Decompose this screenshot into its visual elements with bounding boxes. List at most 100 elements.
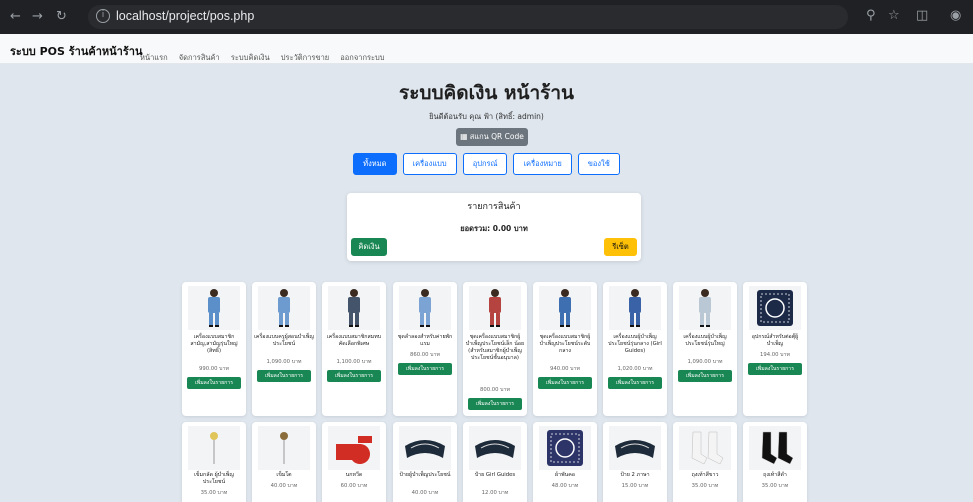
product-price: 1,090.00 บาท <box>266 359 302 365</box>
product-name: เครื่องแบบสมาชิกสามัญ,สามัญรุ่นใหญ่ (สิท… <box>190 334 238 354</box>
product-price: 1,100.00 บาท <box>336 359 372 365</box>
product-image <box>679 286 731 330</box>
product-card: ถุงเท้าสีขาว 35.00 บาท <box>673 422 737 502</box>
product-name: ป้าย 2 ภาษา <box>620 472 650 478</box>
nav-link-history[interactable]: ประวัติการขาย <box>281 53 329 62</box>
category-supplies-button[interactable]: ของใช้ <box>577 153 620 175</box>
add-to-cart-button[interactable]: เพิ่มลงในรายการ <box>187 377 241 389</box>
product-image <box>609 286 661 330</box>
product-name: เครื่องแบบสมาชิกสมทบ คัดเลือกพิเศษ <box>326 334 382 347</box>
scan-qr-button[interactable]: ▦ สแกน QR Code <box>456 128 528 146</box>
product-price: 194.00 บาท <box>759 352 791 358</box>
scan-qr-label: สแกน QR Code <box>469 132 524 141</box>
product-name: เข็มกลัด ผู้บำเพ็ญประโยชน์ <box>194 472 234 485</box>
bookmark-star-icon[interactable]: ☆ <box>888 8 900 23</box>
pin-icon <box>280 432 288 464</box>
uniform-icon <box>419 289 431 327</box>
pin-icon <box>210 432 218 464</box>
product-price: 40.00 บาท <box>270 483 298 489</box>
add-to-cart-button[interactable]: เพิ่มลงในรายการ <box>538 377 592 389</box>
scarf-icon <box>547 430 583 466</box>
add-to-cart-button[interactable]: เพิ่มลงในรายการ <box>678 370 732 382</box>
site-info-icon[interactable]: i <box>96 9 110 23</box>
product-card: นกหวีด 60.00 บาท <box>322 422 386 502</box>
nav-link-pos[interactable]: ระบบคิดเงิน <box>231 53 270 62</box>
add-to-cart-button[interactable]: เพิ่มลงในรายการ <box>257 370 311 382</box>
nav-link-products[interactable]: จัดการสินค้า <box>179 53 220 62</box>
add-to-cart-button[interactable]: เพิ่มลงในรายการ <box>748 363 802 375</box>
patch-icon <box>615 440 655 458</box>
product-name: ชุดลำลองสำหรับค่ายพักแรม <box>397 334 453 347</box>
product-image <box>188 286 240 330</box>
product-name: เครื่องแบบผู้บำเพ็ญประโยชน์รุ่นกลาง (Gir… <box>608 334 662 354</box>
product-name: ป้าย Girl Guides <box>474 472 516 478</box>
whistle-icon <box>336 436 372 464</box>
forward-arrow-icon[interactable]: → <box>32 9 43 25</box>
product-card: ป้าย Girl Guides 12.00 บาท <box>463 422 527 502</box>
checkout-button[interactable]: คิดเงิน <box>351 238 387 256</box>
product-card: ป้าย 2 ภาษา 15.00 บาท <box>603 422 667 502</box>
product-price: 60.00 บาท <box>340 483 368 489</box>
product-name: ถุงเท้าสีขาว <box>691 472 719 478</box>
product-name: ป้ายผู้บำเพ็ญประโยชน์ <box>399 472 451 478</box>
product-price: 35.00 บาท <box>200 490 228 496</box>
product-name: ชุดเครื่องแบบสมาชิกผู้บำเพ็ญประโยชน์ระดั… <box>539 334 591 354</box>
product-card: อุปกรณ์สำหรับต่อตุ๊ผู้บำเพ็ญ 194.00 บาทเพ… <box>743 282 807 416</box>
product-card: เครื่องแบบสมาชิกสมทบ คัดเลือกพิเศษ 1,100.… <box>322 282 386 416</box>
uniform-icon <box>348 289 360 327</box>
product-name: ชุดเครื่องแบบสมาชิกผู้บำเพ็ญประโยชน์เล็ก… <box>465 334 525 361</box>
add-to-cart-button[interactable]: เพิ่มลงในรายการ <box>468 398 522 410</box>
product-name: นกหวีด <box>345 472 363 478</box>
browser-toolbar: ← → ↻ i localhost/project/pos.php ⚲ ☆ ◫ … <box>0 0 973 34</box>
product-name: เครื่องแบบผู้บำเพ็ญประโยชน์รุ่นใหญ่ <box>683 334 727 347</box>
address-bar[interactable]: i localhost/project/pos.php <box>88 5 848 29</box>
extensions-icon[interactable]: ◫ <box>916 8 928 23</box>
profile-icon[interactable]: ◉ <box>950 8 961 23</box>
reload-icon[interactable]: ↻ <box>56 9 67 25</box>
uniform-icon <box>699 289 711 327</box>
product-card: เครื่องแบบครูผู้สอนบำเพ็ญประโยชน์ 1,090.0… <box>252 282 316 416</box>
product-image <box>399 426 451 470</box>
product-image <box>258 426 310 470</box>
qr-code-icon: ▦ <box>460 132 468 141</box>
product-price: 800.00 บาท <box>479 387 511 393</box>
add-to-cart-button[interactable]: เพิ่มลงในรายการ <box>398 363 452 375</box>
product-image <box>328 426 380 470</box>
add-to-cart-button[interactable]: เพิ่มลงในรายการ <box>608 377 662 389</box>
product-image <box>679 426 731 470</box>
category-all-button[interactable]: ทั้งหมด <box>353 153 397 175</box>
cart-title: รายการสินค้า <box>467 202 521 212</box>
product-card: ชุดเครื่องแบบสมาชิกผู้บำเพ็ญประโยชน์ระดั… <box>533 282 597 416</box>
category-badge-button[interactable]: เครื่องหมาย <box>513 153 572 175</box>
nav-links: หน้าแรก จัดการสินค้า ระบบคิดเงิน ประวัติ… <box>140 45 391 64</box>
nav-link-home[interactable]: หน้าแรก <box>140 53 168 62</box>
uniform-icon <box>489 289 501 327</box>
product-image <box>328 286 380 330</box>
product-card: ถุงเท้าสีดำ 35.00 บาท <box>743 422 807 502</box>
nav-link-logout[interactable]: ออกจากระบบ <box>340 53 384 62</box>
brand-title[interactable]: ระบบ POS ร้านค้าหน้าร้าน <box>10 42 142 60</box>
product-image <box>539 286 591 330</box>
zoom-icon[interactable]: ⚲ <box>866 8 876 23</box>
page-title: ระบบคิดเงิน หน้าร้าน <box>399 82 574 104</box>
back-arrow-icon[interactable]: ← <box>10 9 21 25</box>
product-image <box>399 286 451 330</box>
patch-icon <box>405 440 445 458</box>
welcome-text: ยินดีต้อนรับ คุณ ฟ้า (สิทธิ์: admin) <box>429 112 544 121</box>
product-price: 1,090.00 บาท <box>687 359 723 365</box>
reset-button[interactable]: รีเซ็ต <box>604 238 637 256</box>
product-image <box>258 286 310 330</box>
category-uniform-button[interactable]: เครื่องแบบ <box>402 153 457 175</box>
uniform-icon <box>559 289 571 327</box>
url-text: localhost/project/pos.php <box>116 9 255 23</box>
product-image <box>469 286 521 330</box>
add-to-cart-button[interactable]: เพิ่มลงในรายการ <box>327 370 381 382</box>
category-equipment-button[interactable]: อุปกรณ์ <box>462 153 508 175</box>
product-image <box>749 286 801 330</box>
uniform-icon <box>278 289 290 327</box>
product-name: อุปกรณ์สำหรับต่อตุ๊ผู้บำเพ็ญ <box>751 334 799 347</box>
product-card: เครื่องแบบผู้บำเพ็ญประโยชน์รุ่นใหญ่ 1,090… <box>673 282 737 416</box>
product-image <box>188 426 240 470</box>
product-price: 12.00 บาท <box>481 490 509 496</box>
product-image <box>539 426 591 470</box>
